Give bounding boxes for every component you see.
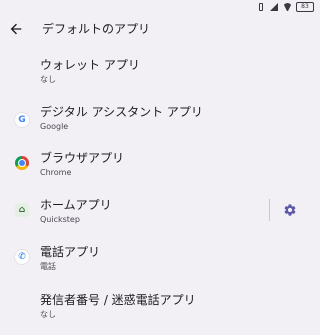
list-item-subtitle: 電話 [40, 262, 56, 271]
list-item-title: ウォレット アプリ [40, 58, 140, 72]
list-item-subtitle: Chrome [40, 168, 72, 177]
status-bar: 83 [0, 0, 320, 14]
gear-icon[interactable] [283, 203, 297, 217]
google-icon: G [15, 113, 29, 127]
app-bar: デフォルトのアプリ [0, 14, 320, 44]
back-arrow-icon[interactable] [8, 21, 24, 37]
list-item-wallet-app[interactable]: ウォレット アプリ なし [0, 52, 320, 98]
list-item-subtitle: なし [40, 310, 56, 319]
phone-icon: ✆ [15, 250, 29, 264]
chrome-icon [15, 156, 29, 170]
settings-divider [269, 199, 270, 221]
list-item-title: ブラウザアプリ [40, 151, 125, 165]
vibrate-icon [256, 3, 266, 11]
home-icon: ⌂ [15, 203, 29, 217]
list-item-title: 電話アプリ [40, 245, 101, 259]
list-item-title: ホームアプリ [40, 198, 112, 212]
list-item-subtitle: Google [40, 122, 69, 131]
wifi-icon [283, 3, 292, 11]
list-item-subtitle: Quickstep [40, 215, 80, 224]
page-title: デフォルトのアプリ [42, 22, 151, 36]
list-item-subtitle: なし [40, 75, 56, 84]
list-item-home-app[interactable]: ⌂ ホームアプリ Quickstep [0, 194, 320, 240]
list-item-phone-app[interactable]: ✆ 電話アプリ 電話 [0, 242, 320, 288]
battery-icon: 83 [296, 2, 314, 12]
list-item-assistant-app[interactable]: G デジタル アシスタント アプリ Google [0, 100, 320, 146]
list-item-title: デジタル アシスタント アプリ [40, 105, 203, 119]
signal-icon [270, 3, 279, 11]
status-icons: 83 [256, 2, 314, 12]
list-item-caller-id-app[interactable]: 発信者番号 / 迷惑電話アプリ なし [0, 289, 320, 335]
list-item-browser-app[interactable]: ブラウザアプリ Chrome [0, 147, 320, 193]
list-item-title: 発信者番号 / 迷惑電話アプリ [40, 293, 196, 307]
